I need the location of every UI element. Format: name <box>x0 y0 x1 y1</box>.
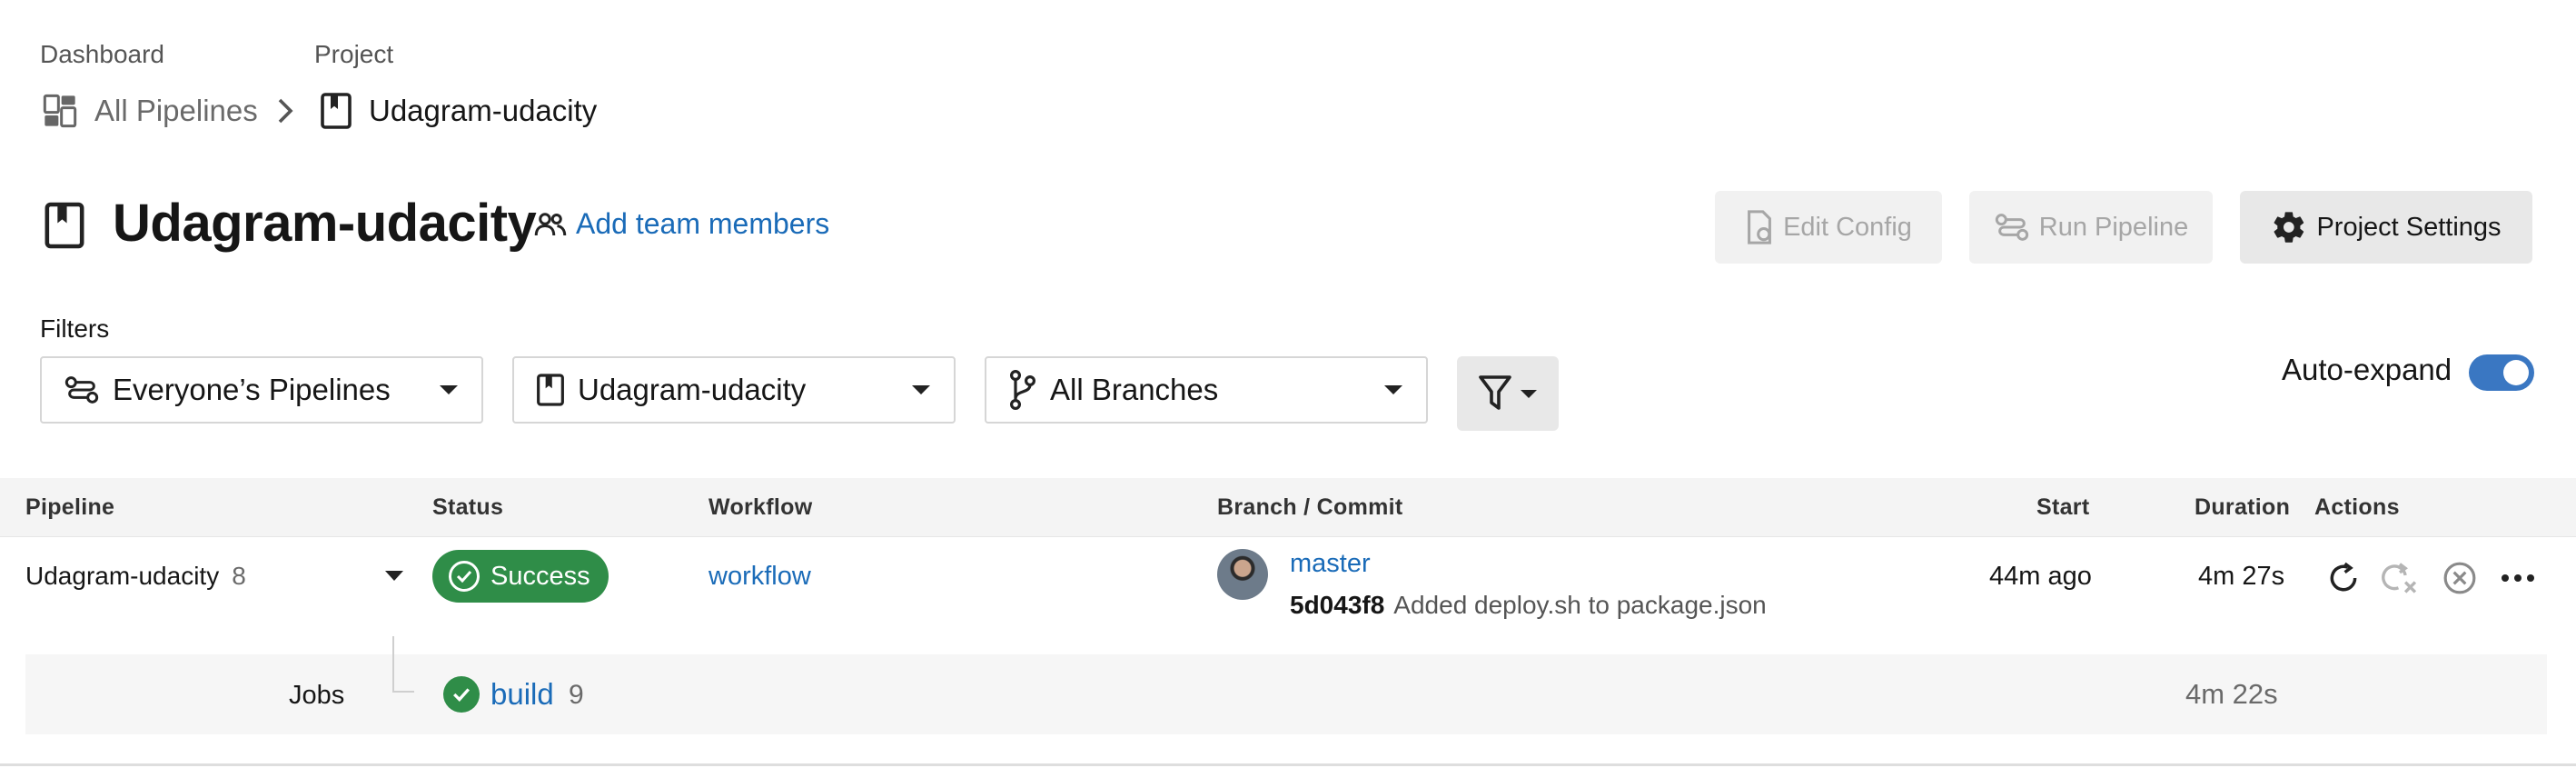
more-horizontal-icon <box>2501 574 2535 583</box>
col-actions: Actions <box>2314 494 2400 520</box>
toggle-knob <box>2503 360 2529 385</box>
duration: 4m 27s <box>2198 562 2285 591</box>
file-settings-icon <box>1745 210 1774 244</box>
commit-message: Added deploy.sh to package.json <box>1393 591 1767 619</box>
job-duration: 4m 22s <box>2185 678 2278 710</box>
rerun-failed-button[interactable] <box>2380 558 2420 598</box>
filter-funnel-icon <box>1479 375 1511 412</box>
gear-icon <box>2271 209 2307 245</box>
more-filters-button[interactable] <box>1457 356 1559 431</box>
rerun-failed-icon <box>2382 561 2418 595</box>
jobs-label: Jobs <box>289 681 345 710</box>
edit-config-label: Edit Config <box>1783 212 1912 242</box>
run-pipeline-label: Run Pipeline <box>2038 212 2189 242</box>
breadcrumb-project[interactable]: Udagram-udacity <box>320 91 597 131</box>
commit-info: 5d043f8 Added deploy.sh to package.json <box>1290 591 1767 620</box>
project-bookmark-icon <box>320 93 352 129</box>
run-pipeline-button[interactable]: Run Pipeline <box>1969 191 2213 264</box>
job-number: 9 <box>569 680 584 710</box>
divider <box>0 536 2576 537</box>
expand-row-chevron-icon[interactable] <box>385 571 403 581</box>
check-circle-icon <box>449 561 480 592</box>
start-time: 44m ago <box>1989 562 2092 591</box>
col-duration: Duration <box>2195 494 2291 520</box>
avatar <box>1217 549 1268 600</box>
branch-icon <box>1008 370 1037 410</box>
pipeline-icon <box>64 374 100 405</box>
filters-label: Filters <box>40 314 110 343</box>
people-icon <box>534 211 567 238</box>
project-title-icon <box>44 202 85 249</box>
col-workflow: Workflow <box>708 494 813 520</box>
job-success-icon <box>443 676 480 713</box>
workflow-link[interactable]: workflow <box>708 562 811 592</box>
breadcrumb-project-label-text: Udagram-udacity <box>369 94 598 127</box>
cancel-button[interactable] <box>2440 558 2480 598</box>
cancel-circle-icon <box>2442 561 2477 595</box>
breadcrumb-project-label: Project <box>314 40 394 68</box>
project-settings-label: Project Settings <box>2316 212 2502 242</box>
col-status: Status <box>432 494 504 520</box>
chevron-down-icon <box>1384 385 1402 394</box>
chevron-right-icon <box>274 96 296 125</box>
branch-filter-select[interactable]: All Branches <box>985 356 1428 424</box>
dashboard-icon <box>42 93 78 129</box>
pipeline-name[interactable]: Udagram-udacity 8 <box>25 562 246 591</box>
col-start: Start <box>2036 494 2090 520</box>
commit-sha[interactable]: 5d043f8 <box>1290 591 1384 620</box>
status-badge[interactable]: Success <box>432 550 609 603</box>
rerun-button[interactable] <box>2323 558 2363 598</box>
rerun-icon <box>2326 561 2361 595</box>
auto-expand-toggle[interactable] <box>2469 354 2534 391</box>
branch-link[interactable]: master <box>1290 549 1371 579</box>
project-bookmark-icon <box>536 374 565 406</box>
pipeline-icon <box>1994 212 2030 243</box>
pipeline-name-label: Udagram-udacity <box>25 562 220 590</box>
add-team-members-link[interactable]: Add team members <box>534 207 829 241</box>
breadcrumb-all-pipelines[interactable]: All Pipelines <box>42 91 258 131</box>
chevron-down-icon <box>440 385 458 394</box>
tree-connector <box>392 636 414 693</box>
divider <box>0 763 2576 766</box>
page-title: Udagram-udacity <box>113 194 537 253</box>
auto-expand-label: Auto-expand <box>2282 353 2452 386</box>
chevron-down-icon <box>912 385 930 394</box>
pipeline-number: 8 <box>232 562 246 590</box>
breadcrumb-dashboard-label: Dashboard <box>40 40 164 68</box>
edit-config-button[interactable]: Edit Config <box>1715 191 1942 264</box>
status-label: Success <box>490 561 590 591</box>
col-pipeline: Pipeline <box>25 494 115 520</box>
project-filter-value: Udagram-udacity <box>578 373 807 406</box>
chevron-down-icon <box>1521 389 1537 398</box>
project-settings-button[interactable]: Project Settings <box>2240 191 2532 264</box>
job-link-build[interactable]: build <box>490 677 554 712</box>
add-team-members-label: Add team members <box>576 207 830 240</box>
more-actions-button[interactable] <box>2498 558 2538 598</box>
col-branch-commit: Branch / Commit <box>1217 494 1403 520</box>
project-filter-select[interactable]: Udagram-udacity <box>512 356 956 424</box>
breadcrumb-all-pipelines-label: All Pipelines <box>94 94 258 127</box>
pipelines-filter-select[interactable]: Everyone’s Pipelines <box>40 356 483 424</box>
pipelines-filter-value: Everyone’s Pipelines <box>113 373 391 406</box>
branch-filter-value: All Branches <box>1050 373 1219 406</box>
